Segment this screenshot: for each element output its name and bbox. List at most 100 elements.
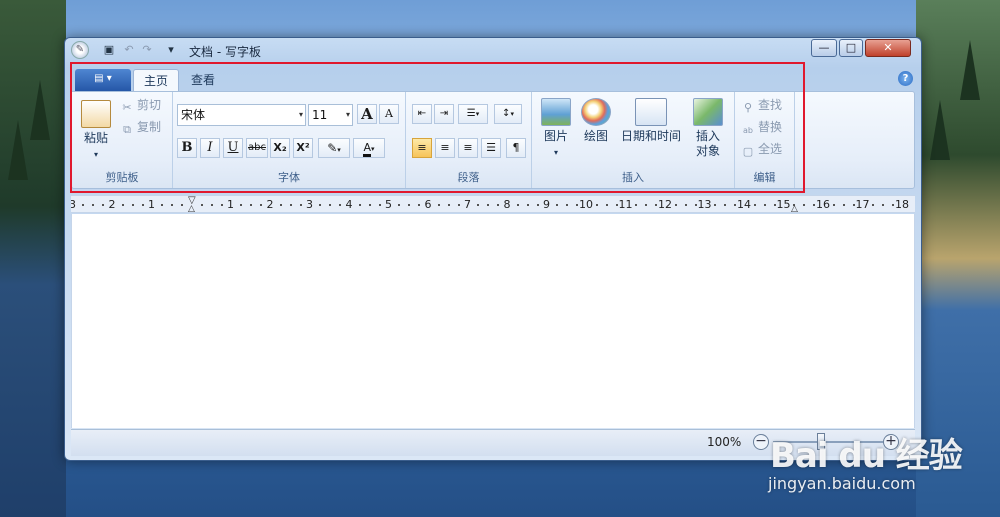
shrink-font-button[interactable]: A xyxy=(379,104,399,124)
ruler-dot xyxy=(753,204,756,206)
font-size-dropdown-icon[interactable]: ▾ xyxy=(346,105,350,125)
date-time-button[interactable]: 日期和时间 xyxy=(616,98,686,144)
grow-font-button[interactable]: A xyxy=(357,104,377,124)
line-spacing-button[interactable]: ↕▾ xyxy=(494,104,522,124)
superscript-button[interactable]: X² xyxy=(293,138,313,158)
ruler-dot xyxy=(556,204,559,206)
select-all-icon: ▢ xyxy=(742,145,754,158)
baidu-watermark-url: jingyan.baidu.com xyxy=(768,474,916,493)
font-size-select[interactable]: 11 ▾ xyxy=(308,104,353,126)
ruler-scale: 321123456789101112131415161718 xyxy=(71,196,915,212)
ruler-tick: 6 xyxy=(424,198,432,211)
ruler[interactable]: 321123456789101112131415161718 ▽ △ △ xyxy=(71,195,915,213)
align-left-icon[interactable]: ≡ xyxy=(412,138,432,158)
justify-icon[interactable]: ☰ xyxy=(481,138,501,158)
quick-access-dropdown-icon[interactable]: ▾ xyxy=(165,42,177,58)
desktop-forest-left xyxy=(0,0,66,517)
help-icon[interactable]: ? xyxy=(898,71,913,86)
wordpad-app-icon[interactable]: ✎ xyxy=(71,41,89,59)
group-label-font: 字体 xyxy=(278,171,300,184)
ruler-dot xyxy=(892,204,895,206)
paste-label: 粘贴 xyxy=(83,131,108,145)
tab-home[interactable]: 主页 xyxy=(133,69,180,91)
subscript-button[interactable]: X₂ xyxy=(270,138,290,158)
bullet-dropdown-icon[interactable]: ▾ xyxy=(476,110,480,118)
font-color-dropdown-icon[interactable]: ▾ xyxy=(371,145,375,153)
group-label-clipboard: 剪贴板 xyxy=(105,171,139,184)
date-time-label: 日期和时间 xyxy=(620,129,681,143)
font-family-dropdown-icon[interactable]: ▾ xyxy=(299,105,303,125)
bullet-list-button[interactable]: ☰▾ xyxy=(458,104,488,124)
increase-indent-icon[interactable]: ⇥ xyxy=(434,104,454,124)
document-area[interactable] xyxy=(71,214,915,428)
insert-object-label-1: 插入 xyxy=(695,129,720,143)
bold-button[interactable]: B xyxy=(177,138,197,158)
save-icon[interactable]: ▣ xyxy=(101,42,117,58)
ruler-dot xyxy=(171,204,174,206)
ruler-dot xyxy=(161,204,164,206)
ruler-tick: 2 xyxy=(266,198,274,211)
picture-dropdown-icon[interactable]: ▾ xyxy=(554,148,558,157)
tab-view[interactable]: 查看 xyxy=(181,69,225,91)
ruler-dot xyxy=(684,204,687,206)
align-right-icon[interactable]: ≡ xyxy=(458,138,478,158)
redo-icon[interactable]: ↷ xyxy=(139,42,155,58)
ruler-tick-left: 2 xyxy=(108,198,116,211)
ruler-dot xyxy=(121,204,124,206)
group-clipboard: 粘贴 ▾ ✂ 剪切 ⧉ 复制 剪贴板 xyxy=(72,92,173,188)
title-bar[interactable]: ✎ ▣ ↶ ↷ ▾ 文档 - 写字板 — □ ✕ xyxy=(65,38,921,62)
ruler-dot xyxy=(250,204,253,206)
ruler-tick: 5 xyxy=(385,198,392,211)
ruler-tick: 1 xyxy=(227,198,234,211)
ruler-tick: 11 xyxy=(618,198,633,211)
replace-button[interactable]: ab 替换 xyxy=(741,118,782,136)
ruler-dot xyxy=(813,204,816,206)
group-label-paragraph: 段落 xyxy=(457,171,480,184)
ruler-dot xyxy=(200,204,203,206)
insert-object-label-2: 对象 xyxy=(695,144,720,158)
paste-icon xyxy=(81,100,111,128)
ruler-dot xyxy=(773,204,776,206)
ruler-dot xyxy=(102,204,105,206)
copy-button[interactable]: ⧉ 复制 xyxy=(120,118,161,136)
cut-button[interactable]: ✂ 剪切 xyxy=(120,96,161,114)
close-button[interactable]: ✕ xyxy=(865,39,911,57)
ruler-dot xyxy=(82,204,85,206)
picture-icon xyxy=(541,98,571,126)
paste-dropdown-icon[interactable]: ▾ xyxy=(94,150,98,159)
find-button[interactable]: ⚲ 查找 xyxy=(741,96,782,114)
ribbon-home: 粘贴 ▾ ✂ 剪切 ⧉ 复制 剪贴板 宋体 ▾ 11 ▾ A A B I U abc xyxy=(71,91,915,189)
select-all-button[interactable]: ▢ 全选 xyxy=(741,140,782,158)
file-menu-button[interactable]: ▤ ▾ xyxy=(75,69,131,91)
decrease-indent-icon[interactable]: ⇤ xyxy=(412,104,432,124)
ruler-dot xyxy=(319,204,322,206)
paste-button[interactable]: 粘贴 ▾ xyxy=(76,100,116,162)
underline-button[interactable]: U xyxy=(223,138,243,158)
binoculars-icon: ⚲ xyxy=(743,101,753,114)
highlight-dropdown-icon[interactable]: ▾ xyxy=(337,146,341,154)
ruler-dot xyxy=(487,204,490,206)
paragraph-settings-icon[interactable]: ¶ xyxy=(506,138,526,158)
strikethrough-button[interactable]: abc xyxy=(246,138,268,158)
tree-right xyxy=(960,40,980,100)
ruler-tick: 12 xyxy=(658,198,672,211)
tree-right-2 xyxy=(930,100,950,160)
zoom-out-button[interactable]: − xyxy=(753,434,769,450)
font-family-select[interactable]: 宋体 ▾ xyxy=(177,104,306,126)
maximize-button[interactable]: □ xyxy=(839,39,863,57)
ruler-tick-left: 1 xyxy=(148,198,155,211)
minimize-button[interactable]: — xyxy=(811,39,837,57)
picture-button[interactable]: 图片 ▾ xyxy=(538,98,574,160)
italic-button[interactable]: I xyxy=(200,138,220,158)
align-center-icon[interactable]: ≡ xyxy=(435,138,455,158)
right-indent-marker[interactable]: △ xyxy=(791,205,798,213)
font-color-button[interactable]: A▾ xyxy=(353,138,385,158)
line-spacing-dropdown-icon[interactable]: ▾ xyxy=(510,110,514,118)
highlight-color-button[interactable]: ✎▾ xyxy=(318,138,350,158)
undo-icon[interactable]: ↶ xyxy=(121,42,137,58)
ruler-dot xyxy=(882,204,885,206)
baidu-watermark-logo: Bai du 经验 xyxy=(770,436,963,476)
insert-object-button[interactable]: 插入 对象 xyxy=(690,98,726,159)
paint-drawing-button[interactable]: 绘图 xyxy=(578,98,614,144)
left-indent-marker[interactable]: △ xyxy=(188,205,195,213)
